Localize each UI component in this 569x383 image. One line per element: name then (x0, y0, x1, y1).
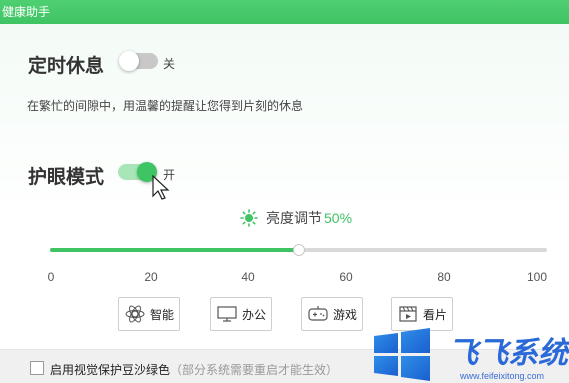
slider-thumb[interactable] (292, 244, 305, 256)
pea-green-label: 启用视觉保护豆沙绿色（部分系统需要重启才能生效） (50, 361, 338, 378)
tick-label: 20 (144, 270, 158, 284)
tick-label: 40 (241, 270, 255, 284)
checkbox-label-text: 启用视觉保护豆沙绿色 (50, 363, 171, 377)
film-icon (399, 306, 417, 322)
mode-label: 办公 (241, 307, 266, 322)
cursor-icon (152, 175, 170, 200)
mode-label: 看片 (422, 307, 447, 322)
pea-green-checkbox[interactable] (30, 361, 44, 375)
slider-fill (50, 248, 299, 252)
mode-label: 智能 (149, 307, 174, 322)
tick-label: 80 (437, 270, 451, 284)
timed-rest-toggle-state: 关 (163, 57, 176, 71)
brightness-slider[interactable] (50, 244, 547, 256)
mode-button-movie[interactable]: 看片 (391, 297, 453, 331)
mode-button-office[interactable]: 办公 (210, 297, 272, 331)
timed-rest-title: 定时休息 (28, 56, 105, 77)
timed-rest-toggle[interactable] (119, 51, 158, 71)
toggle-knob (119, 51, 139, 71)
svg-text:飞飞系统: 飞飞系统 (448, 336, 569, 371)
monitor-icon (217, 306, 237, 322)
timed-rest-description: 在繁忙的间隙中，用温馨的提醒让您得到片刻的休息 (27, 99, 304, 113)
eye-protect-title: 护眼模式 (28, 167, 105, 188)
smart-icon (125, 305, 145, 323)
brightness-value: 50% (324, 210, 353, 226)
checkbox-note: （部分系统需要重启才能生效） (170, 363, 339, 377)
tick-label: 0 (47, 270, 55, 284)
tick-label: 100 (526, 270, 548, 284)
mode-button-smart[interactable]: 智能 (118, 297, 180, 331)
window-title: 健康助手 (0, 0, 569, 24)
brightness-label: 亮度调节 (266, 210, 322, 226)
brightness-row: 亮度调节 50% (240, 208, 352, 228)
watermark-url: www.feifeixitong.com (460, 371, 545, 381)
eye-protect-toggle[interactable] (118, 162, 157, 182)
gamepad-icon (308, 306, 328, 321)
mode-label: 游戏 (332, 307, 357, 322)
mode-button-game[interactable]: 游戏 (301, 297, 363, 331)
sun-icon (240, 209, 258, 227)
tick-label: 60 (339, 270, 353, 284)
